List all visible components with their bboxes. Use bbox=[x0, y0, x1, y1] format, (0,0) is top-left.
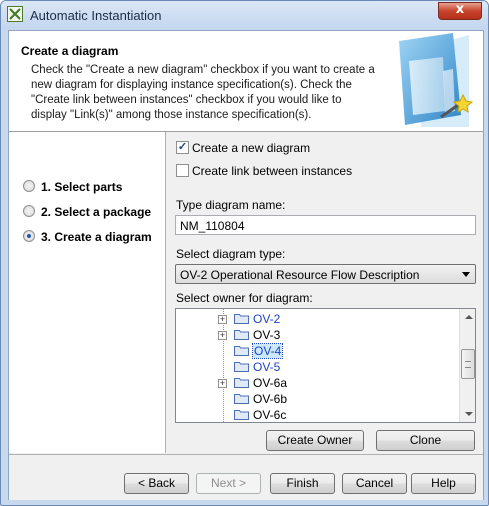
tree-item[interactable]: + OV-6a bbox=[176, 375, 461, 391]
wizard-header: Create a diagram Check the "Create a new… bbox=[9, 31, 483, 132]
diagram-type-label: Select diagram type: bbox=[176, 247, 286, 261]
header-description: Check the "Create a new diagram" checkbo… bbox=[31, 64, 375, 121]
scroll-thumb[interactable] bbox=[461, 349, 475, 379]
create-link-label: Create link between instances bbox=[192, 164, 353, 178]
diagram-type-select[interactable]: OV-2 Operational Resource Flow Descripti… bbox=[175, 264, 476, 284]
tree-item[interactable]: OV-6c bbox=[176, 407, 461, 422]
tree-scrollbar[interactable] bbox=[459, 309, 475, 422]
chevron-down-icon bbox=[462, 272, 470, 277]
options-panel: ✓ Create a new diagram Create link betwe… bbox=[166, 132, 483, 453]
create-link-checkbox[interactable] bbox=[176, 164, 189, 177]
create-new-diagram-label: Create a new diagram bbox=[192, 141, 311, 155]
tree-item[interactable]: OV-5 bbox=[176, 359, 461, 375]
help-button[interactable]: Help bbox=[411, 473, 476, 494]
create-new-diagram-checkbox[interactable]: ✓ bbox=[176, 141, 189, 154]
expand-icon[interactable]: + bbox=[218, 331, 227, 340]
header-title: Create a diagram bbox=[21, 44, 119, 58]
tree-item-label: OV-6b bbox=[253, 392, 288, 406]
tree-item[interactable]: + OV-3 bbox=[176, 327, 461, 343]
scroll-down-icon[interactable] bbox=[460, 405, 475, 422]
owner-tree[interactable]: + OV-2 + OV-3 OV-4 OV-5 + OV-6a OV-6b OV… bbox=[175, 308, 476, 423]
create-owner-button[interactable]: Create Owner bbox=[266, 430, 364, 451]
tree-item[interactable]: + OV-2 bbox=[176, 311, 461, 327]
folder-icon bbox=[234, 330, 249, 340]
tree-item-selected[interactable]: OV-4 bbox=[176, 343, 461, 359]
step-radio[interactable] bbox=[23, 180, 35, 192]
clone-button[interactable]: Clone bbox=[376, 430, 475, 451]
step-label: 1. Select parts bbox=[41, 180, 123, 194]
back-button[interactable]: < Back bbox=[124, 473, 189, 494]
tree-item-label: OV-2 bbox=[253, 312, 281, 326]
window-title: Automatic Instantiation bbox=[30, 8, 162, 23]
tree-item[interactable]: OV-6b bbox=[176, 391, 461, 407]
dialog-body: Create a diagram Check the "Create a new… bbox=[8, 30, 484, 500]
tree-item-label: OV-3 bbox=[253, 328, 281, 342]
app-icon bbox=[7, 6, 23, 22]
tree-item-label: OV-6c bbox=[253, 408, 287, 422]
diagram-name-label: Type diagram name: bbox=[176, 198, 286, 212]
close-button[interactable]: x bbox=[438, 2, 482, 20]
tree-item-label: OV-6a bbox=[253, 376, 288, 390]
steps-panel: 1. Select parts 2. Select a package 3. C… bbox=[9, 132, 166, 453]
folder-icon bbox=[234, 378, 249, 388]
tree-item-label: OV-5 bbox=[253, 360, 281, 374]
step-label: 3. Create a diagram bbox=[41, 230, 152, 244]
diagram-type-value: OV-2 Operational Resource Flow Descripti… bbox=[180, 268, 420, 282]
folder-icon bbox=[234, 346, 249, 356]
diagram-name-input[interactable]: NM_110804 bbox=[175, 215, 476, 235]
close-icon: x bbox=[455, 2, 465, 17]
owner-label: Select owner for diagram: bbox=[176, 291, 313, 305]
wizard-footer: < Back Next > Finish Cancel Help bbox=[9, 454, 483, 500]
cancel-button[interactable]: Cancel bbox=[342, 473, 407, 494]
diagram-name-value: NM_110804 bbox=[180, 219, 245, 233]
dialog-window: Automatic Instantiation x Create a diagr… bbox=[0, 0, 489, 506]
finish-button[interactable]: Finish bbox=[270, 473, 335, 494]
expand-icon[interactable]: + bbox=[218, 379, 227, 388]
folder-icon bbox=[234, 362, 249, 372]
folder-icon bbox=[234, 394, 249, 404]
step-radio[interactable] bbox=[23, 230, 35, 242]
folder-icon bbox=[234, 410, 249, 420]
wizard-document-icon bbox=[399, 33, 474, 127]
tree-item-label: OV-4 bbox=[251, 343, 284, 359]
next-button[interactable]: Next > bbox=[196, 473, 261, 494]
expand-icon[interactable]: + bbox=[218, 315, 227, 324]
scroll-up-icon[interactable] bbox=[460, 309, 475, 326]
step-label: 2. Select a package bbox=[41, 205, 152, 219]
folder-icon bbox=[234, 314, 249, 324]
step-radio[interactable] bbox=[23, 205, 35, 217]
title-bar[interactable]: Automatic Instantiation x bbox=[1, 1, 488, 29]
